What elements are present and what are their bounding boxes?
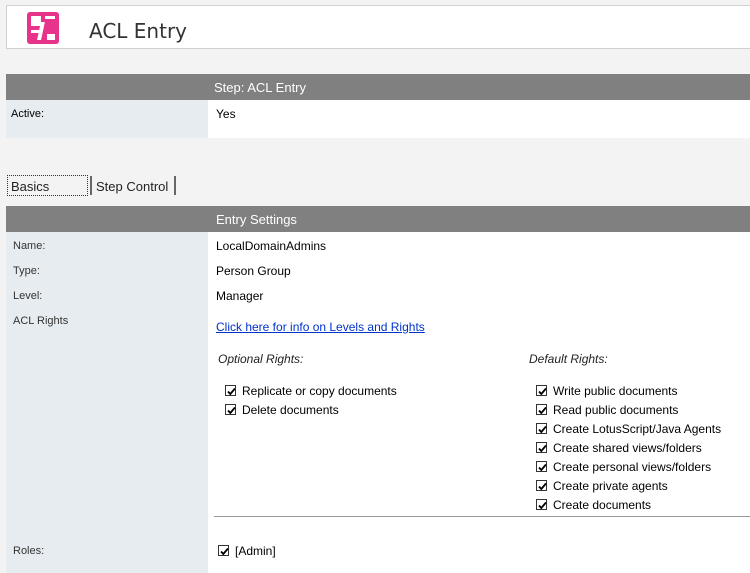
- optional-rights-heading: Optional Rights:: [218, 352, 304, 366]
- checkbox-checked-icon[interactable]: [536, 423, 547, 434]
- active-value-cell: Yes: [208, 100, 750, 138]
- checkbox-label: Create LotusScript/Java Agents: [553, 422, 722, 436]
- page-title: ACL Entry: [89, 19, 188, 43]
- name-label: Name:: [13, 240, 46, 252]
- checkbox-label: Create shared views/folders: [553, 441, 702, 455]
- active-value: Yes: [216, 107, 236, 121]
- tab-divider: [174, 176, 176, 195]
- checkbox-label: Replicate or copy documents: [242, 384, 397, 398]
- acl-rights-label: ACL Rights: [13, 315, 69, 327]
- checkbox-checked-icon[interactable]: [536, 385, 547, 396]
- entry-settings-form: Name: LocalDomainAdmins Type: Person Gro…: [6, 232, 750, 573]
- app-header: ACL Entry: [6, 5, 750, 49]
- checkbox-checked-icon[interactable]: [536, 404, 547, 415]
- step-label: Step: ACL Entry: [214, 80, 307, 95]
- type-label: Type:: [13, 265, 40, 277]
- checkbox-label: Delete documents: [242, 403, 339, 417]
- checkbox-checked-icon[interactable]: [225, 385, 236, 396]
- checkbox-label: Create documents: [553, 498, 652, 512]
- checkbox-checked-icon[interactable]: [225, 404, 236, 415]
- tab-basics-label: Basics: [11, 179, 50, 194]
- checkbox-checked-icon[interactable]: [536, 461, 547, 472]
- tab-divider: [90, 176, 92, 195]
- active-row: Active: Yes: [6, 100, 750, 138]
- checkbox-label: [Admin]: [235, 544, 276, 558]
- app-logo-icon: [27, 12, 59, 44]
- roles-label: Roles:: [13, 545, 45, 557]
- type-value: Person Group: [216, 264, 291, 278]
- checkbox-label: Read public documents: [553, 403, 679, 417]
- levels-rights-info-link[interactable]: Click here for info on Levels and Rights: [216, 320, 425, 334]
- name-value: LocalDomainAdmins: [216, 239, 327, 253]
- checkbox-checked-icon[interactable]: [218, 545, 229, 556]
- checkbox-checked-icon[interactable]: [536, 480, 547, 491]
- checkbox-label: Write public documents: [553, 384, 678, 398]
- active-label: Active:: [11, 108, 45, 120]
- level-label: Level:: [13, 290, 43, 302]
- checkbox-checked-icon[interactable]: [536, 442, 547, 453]
- divider: [214, 516, 750, 517]
- entry-settings-header: Entry Settings: [6, 206, 750, 232]
- level-value: Manager: [216, 289, 264, 303]
- default-rights-heading: Default Rights:: [529, 352, 608, 366]
- tab-step-control[interactable]: Step Control: [96, 179, 168, 194]
- active-label-cell: Active:: [6, 100, 208, 138]
- checkbox-label: Create private agents: [553, 479, 668, 493]
- entry-settings-title: Entry Settings: [216, 212, 297, 227]
- tab-basics[interactable]: Basics: [7, 175, 88, 196]
- checkbox-label: Create personal views/folders: [553, 460, 712, 474]
- checkbox-checked-icon[interactable]: [536, 499, 547, 510]
- step-header: Step: ACL Entry: [6, 74, 750, 100]
- label-column: [6, 232, 208, 573]
